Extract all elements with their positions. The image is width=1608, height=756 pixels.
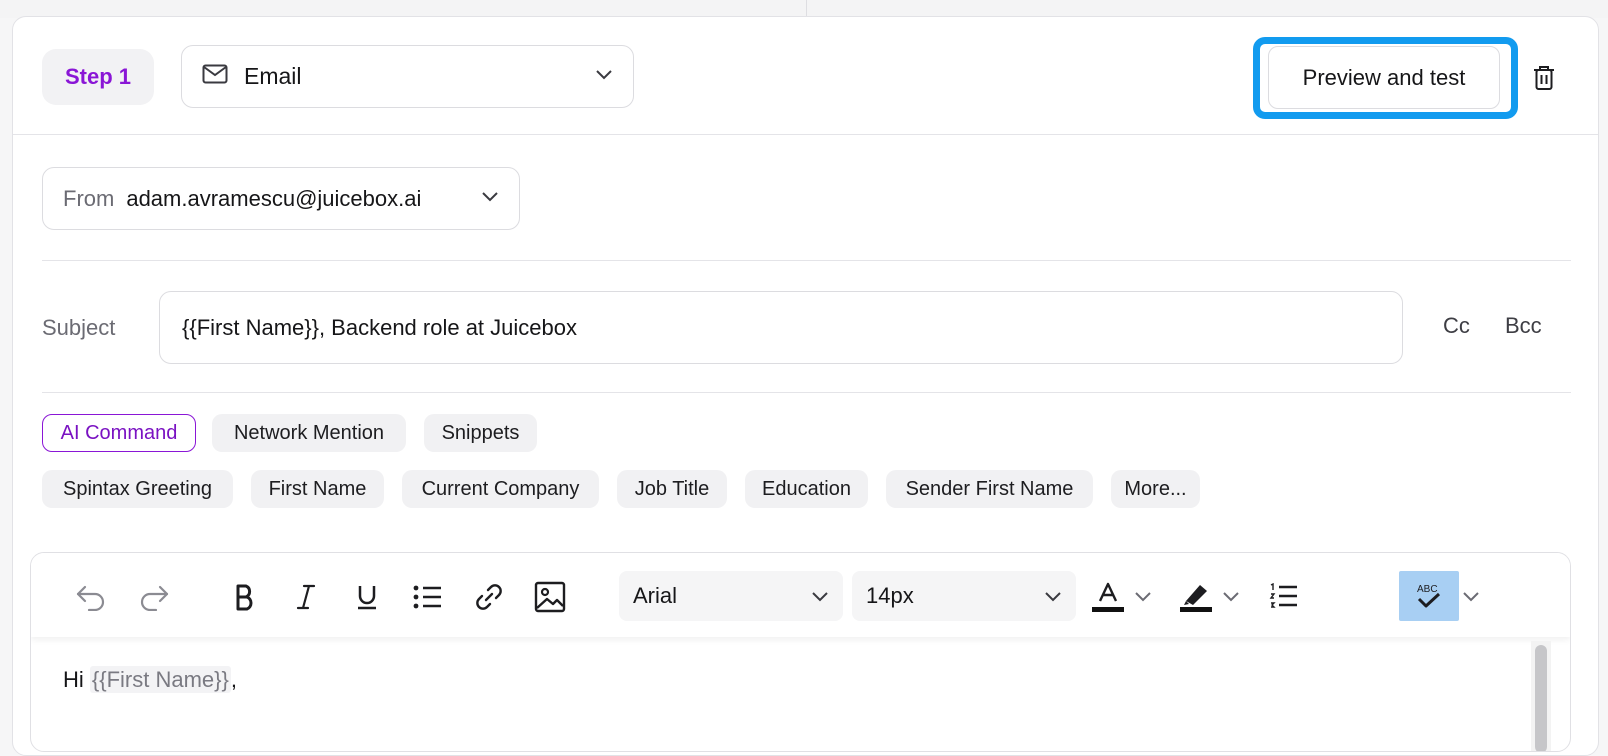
chip-job-title[interactable]: Job Title — [617, 470, 727, 508]
chip-snippets[interactable]: Snippets — [424, 414, 537, 452]
svg-text:ABC: ABC — [1417, 584, 1438, 595]
from-value: adam.avramescu@juicebox.ai — [126, 185, 422, 211]
text-color-icon[interactable] — [1091, 577, 1125, 617]
image-icon[interactable] — [530, 577, 570, 617]
email-body-editor[interactable]: Arial 14px ABC Hi {{First Name}}, — [30, 552, 1571, 752]
subject-label: Subject — [42, 315, 116, 340]
chip-sender-first-name[interactable]: Sender First Name — [886, 470, 1093, 508]
redo-icon[interactable] — [134, 577, 174, 617]
chevron-down-icon — [481, 190, 499, 208]
editor-toolbar: Arial 14px ABC — [31, 553, 1570, 637]
font-size-value: 14px — [866, 583, 914, 608]
preview-and-test-button[interactable]: Preview and test — [1268, 46, 1500, 109]
chip-first-name[interactable]: First Name — [251, 470, 384, 508]
channel-value: Email — [244, 63, 302, 89]
scrollbar-thumb[interactable] — [1535, 645, 1547, 751]
italic-icon[interactable] — [286, 577, 326, 617]
undo-icon[interactable] — [71, 577, 111, 617]
from-label: From — [63, 185, 115, 211]
link-icon[interactable] — [469, 577, 509, 617]
chip-current-company[interactable]: Current Company — [402, 470, 599, 508]
chevron-down-icon — [1044, 583, 1062, 609]
chevron-down-icon[interactable] — [1131, 577, 1155, 617]
bcc-button[interactable]: Bcc — [1505, 313, 1542, 339]
chip-education[interactable]: Education — [745, 470, 868, 508]
channel-select[interactable]: Email — [181, 45, 634, 108]
cc-button[interactable]: Cc — [1443, 313, 1470, 339]
trash-icon[interactable] — [1525, 59, 1563, 97]
chevron-down-icon — [811, 583, 829, 609]
font-size-select[interactable]: 14px — [852, 571, 1076, 621]
section-divider — [42, 260, 1571, 261]
chevron-down-icon[interactable] — [1459, 577, 1483, 617]
section-divider — [42, 392, 1571, 393]
numbered-list-icon[interactable] — [1267, 577, 1301, 617]
chip-ai-command[interactable]: AI Command — [42, 414, 196, 452]
font-family-value: Arial — [633, 583, 678, 608]
highlight-icon[interactable] — [1179, 577, 1213, 617]
subject-input[interactable] — [159, 291, 1403, 364]
greeting-text: Hi — [63, 667, 90, 692]
step-label: Step 1 — [42, 49, 154, 105]
from-select[interactable]: From adam.avramescu@juicebox.ai — [42, 167, 520, 230]
spellcheck-icon[interactable]: ABC — [1399, 571, 1459, 621]
bold-icon[interactable] — [225, 577, 265, 617]
chip-network-mention[interactable]: Network Mention — [212, 414, 406, 452]
header-divider — [13, 134, 1598, 135]
top-divider — [806, 0, 807, 16]
font-family-select[interactable]: Arial — [619, 571, 843, 621]
bullet-list-icon[interactable] — [408, 577, 448, 617]
first-name-token: {{First Name}} — [89, 666, 231, 693]
chip-more[interactable]: More... — [1111, 470, 1200, 508]
email-body-text[interactable]: Hi {{First Name}}, — [63, 666, 237, 693]
greeting-punct: , — [230, 667, 237, 692]
mail-icon — [202, 64, 228, 89]
chevron-down-icon[interactable] — [1219, 577, 1243, 617]
chevron-down-icon — [595, 68, 613, 86]
underline-icon[interactable] — [347, 577, 387, 617]
chip-spintax-greeting[interactable]: Spintax Greeting — [42, 470, 233, 508]
